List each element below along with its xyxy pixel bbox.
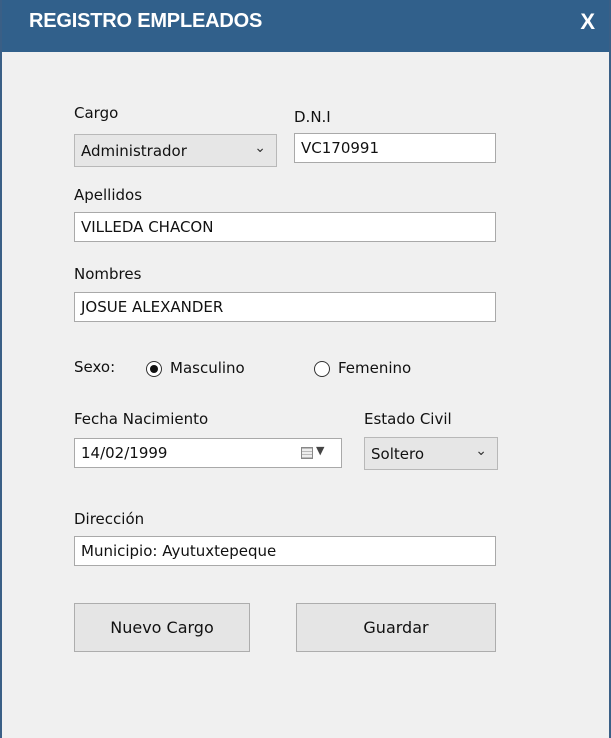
window-title: REGISTRO EMPLEADOS bbox=[29, 10, 263, 32]
masculino-label[interactable]: Masculino bbox=[170, 359, 245, 377]
close-icon[interactable]: X bbox=[580, 9, 595, 35]
nombres-field[interactable]: JOSUE ALEXANDER bbox=[74, 292, 496, 322]
cargo-label: Cargo bbox=[74, 104, 119, 122]
direccion-field[interactable]: Municipio: Ayutuxtepeque bbox=[74, 536, 496, 566]
guardar-button[interactable]: Guardar bbox=[296, 603, 496, 652]
chevron-down-icon[interactable]: ▼ bbox=[316, 444, 324, 457]
radio-femenino[interactable] bbox=[314, 361, 330, 377]
title-bar[interactable]: REGISTRO EMPLEADOS X bbox=[2, 0, 609, 52]
nuevo-cargo-button[interactable]: Nuevo Cargo bbox=[74, 603, 250, 652]
direccion-label: Dirección bbox=[74, 510, 145, 528]
dni-label: D.N.I bbox=[294, 108, 331, 126]
fecha-nacimiento-picker[interactable]: 14/02/1999 ▼ bbox=[74, 438, 342, 468]
estado-civil-selected-value: Soltero bbox=[371, 445, 424, 463]
fecha-nacimiento-label: Fecha Nacimiento bbox=[74, 410, 209, 428]
chevron-down-icon: ⌄ bbox=[475, 443, 487, 459]
registro-empleados-window: REGISTRO EMPLEADOS X Cargo Administrador… bbox=[0, 0, 611, 738]
fecha-nacimiento-value: 14/02/1999 bbox=[81, 444, 168, 462]
estado-civil-select[interactable]: Soltero ⌄ bbox=[364, 437, 498, 470]
calendar-icon[interactable] bbox=[301, 447, 313, 459]
cargo-select[interactable]: Administrador ⌄ bbox=[74, 134, 277, 167]
estado-civil-label: Estado Civil bbox=[364, 410, 452, 428]
sexo-label: Sexo: bbox=[74, 358, 116, 376]
apellidos-field[interactable]: VILLEDA CHACON bbox=[74, 212, 496, 242]
radio-selected-dot bbox=[150, 365, 158, 373]
femenino-label[interactable]: Femenino bbox=[338, 359, 411, 377]
dni-field[interactable]: VC170991 bbox=[294, 133, 496, 163]
apellidos-label: Apellidos bbox=[74, 186, 143, 204]
radio-masculino[interactable] bbox=[146, 361, 162, 377]
nombres-label: Nombres bbox=[74, 265, 142, 283]
cargo-selected-value: Administrador bbox=[81, 142, 187, 160]
chevron-down-icon: ⌄ bbox=[254, 140, 266, 156]
